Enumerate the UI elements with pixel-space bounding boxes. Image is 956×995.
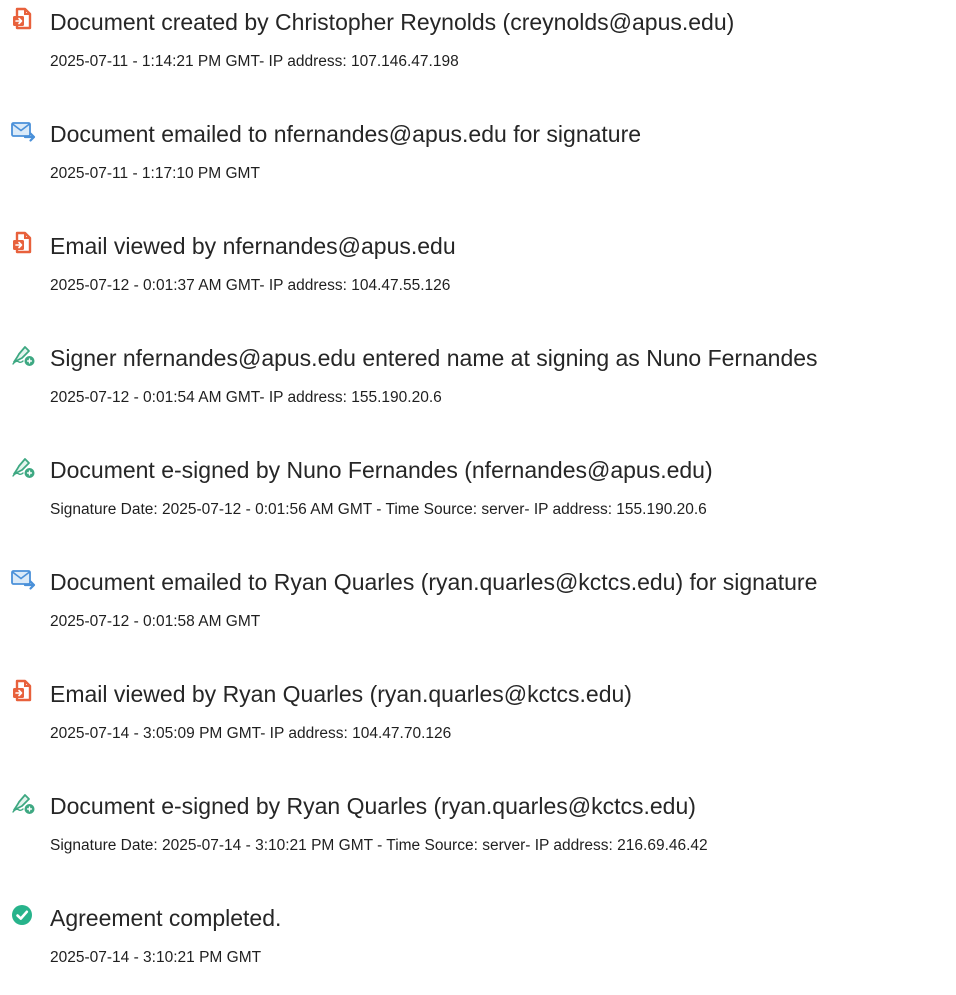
email-sent-icon (10, 566, 36, 592)
event-title: Document e-signed by Ryan Quarles (ryan.… (50, 793, 696, 819)
audit-event: Agreement completed. 2025-07-14 - 3:10:2… (0, 896, 956, 986)
audit-event: Email viewed by nfernandes@apus.edu 2025… (0, 224, 956, 314)
event-detail: 2025-07-14 - 3:10:21 PM GMT (50, 949, 262, 966)
audit-event: Document created by Christopher Reynolds… (0, 0, 956, 90)
event-title: Signer nfernandes@apus.edu entered name … (50, 345, 818, 371)
audit-event: Document emailed to nfernandes@apus.edu … (0, 112, 956, 202)
event-title: Document e-signed by Nuno Fernandes (nfe… (50, 457, 713, 483)
event-detail: 2025-07-14 - 3:05:09 PM GMT- IP address:… (50, 725, 452, 742)
event-title: Email viewed by Ryan Quarles (ryan.quarl… (50, 681, 632, 707)
event-title: Document created by Christopher Reynolds… (50, 9, 735, 35)
event-detail: 2025-07-12 - 0:01:37 AM GMT- IP address:… (50, 277, 451, 294)
audit-event: Signer nfernandes@apus.edu entered name … (0, 336, 956, 426)
signer-pen-icon (10, 790, 36, 816)
event-detail: 2025-07-12 - 0:01:58 AM GMT (50, 613, 261, 630)
event-title: Document emailed to Ryan Quarles (ryan.q… (50, 569, 818, 595)
email-viewed-icon (10, 230, 36, 256)
audit-event: Document e-signed by Ryan Quarles (ryan.… (0, 784, 956, 874)
email-sent-icon (10, 118, 36, 144)
checkmark-circle-icon (10, 902, 36, 928)
signer-pen-icon (10, 454, 36, 480)
signer-pen-icon (10, 342, 36, 368)
event-detail: 2025-07-12 - 0:01:54 AM GMT- IP address:… (50, 389, 442, 406)
event-detail: Signature Date: 2025-07-12 - 0:01:56 AM … (50, 501, 707, 518)
event-detail: Signature Date: 2025-07-14 - 3:10:21 PM … (50, 837, 708, 854)
event-title: Document emailed to nfernandes@apus.edu … (50, 121, 642, 147)
event-title: Agreement completed. (50, 905, 282, 931)
event-detail: 2025-07-11 - 1:17:10 PM GMT (50, 165, 260, 182)
event-title: Email viewed by nfernandes@apus.edu (50, 233, 456, 259)
event-detail: 2025-07-11 - 1:14:21 PM GMT- IP address:… (50, 53, 459, 70)
audit-event: Document emailed to Ryan Quarles (ryan.q… (0, 560, 956, 650)
audit-event: Email viewed by Ryan Quarles (ryan.quarl… (0, 672, 956, 762)
email-viewed-icon (10, 678, 36, 704)
audit-event: Document e-signed by Nuno Fernandes (nfe… (0, 448, 956, 538)
document-created-icon (10, 6, 36, 32)
